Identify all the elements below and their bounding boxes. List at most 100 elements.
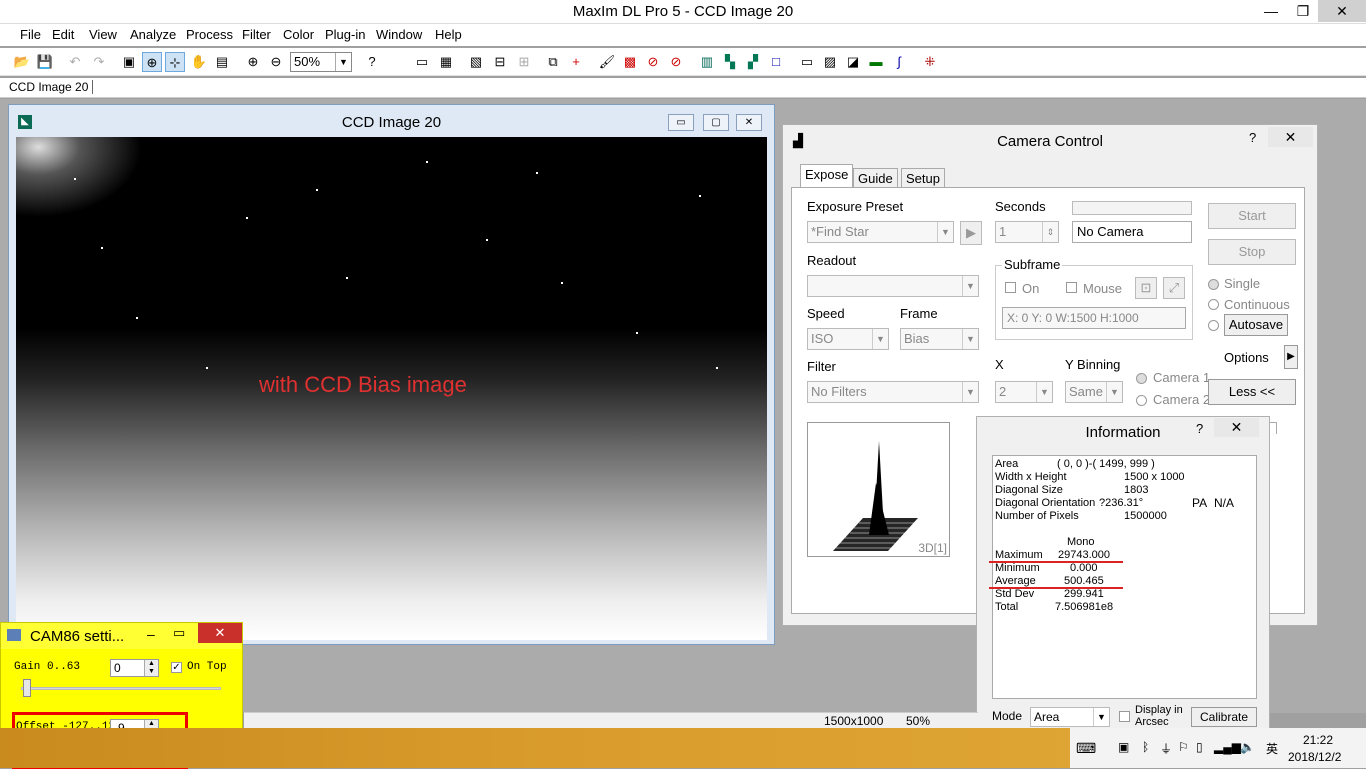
autosave-button[interactable]: Autosave	[1224, 314, 1288, 336]
filter-alt-icon[interactable]: ⊘	[666, 52, 686, 72]
menu-window[interactable]: Window	[376, 27, 422, 42]
hand-icon[interactable]: ✋	[189, 52, 209, 72]
flag-icon[interactable]: ⚐	[1178, 740, 1189, 754]
y-binning-select[interactable]: Same ▼	[1065, 381, 1123, 403]
open-icon[interactable]: 📂	[12, 52, 32, 72]
panel-icon[interactable]: ▭	[797, 52, 817, 72]
brush-icon[interactable]: 🖌	[597, 52, 617, 72]
menu-filter[interactable]: Filter	[242, 27, 271, 42]
speed-select[interactable]: ISO ▼	[807, 328, 889, 350]
redo-icon[interactable]: ↷	[89, 52, 109, 72]
restore-button[interactable]: ❐	[1288, 0, 1318, 22]
image-minimize-button[interactable]: ▭	[668, 114, 694, 131]
help-pointer-icon[interactable]: ?	[362, 52, 382, 72]
stop-button[interactable]: Stop	[1208, 239, 1296, 265]
usb-icon[interactable]: ⏚	[1160, 740, 1172, 757]
screen-stretch-icon[interactable]: ▤	[212, 52, 232, 72]
crosshair-icon[interactable]: ⊕	[142, 52, 162, 72]
calibrate-button[interactable]: Calibrate >>	[1191, 707, 1257, 742]
process-icon[interactable]: ▧	[466, 52, 486, 72]
preset-arrow-button[interactable]: ▶	[960, 221, 982, 245]
camera2-radio[interactable]	[1136, 395, 1147, 406]
menu-plugin[interactable]: Plug-in	[325, 27, 365, 42]
document-tab[interactable]: CCD Image 20	[9, 80, 94, 94]
settings-icon[interactable]: ⁜	[920, 52, 940, 72]
layers-icon[interactable]: ▞	[743, 52, 763, 72]
window-icon[interactable]: ▚	[720, 52, 740, 72]
signal-icon[interactable]: ▂▄▆	[1214, 740, 1241, 754]
camera-help-button[interactable]: ?	[1249, 130, 1256, 145]
copy-icon[interactable]: ⧉	[543, 52, 563, 72]
menu-file[interactable]: File	[20, 27, 41, 42]
menu-edit[interactable]: Edit	[52, 27, 74, 42]
tab-expose[interactable]: Expose	[800, 164, 854, 188]
mode-select[interactable]: Area ▼	[1030, 707, 1110, 727]
ccd-image-canvas[interactable]: with CCD Bias image	[16, 137, 767, 640]
align-icon[interactable]: ⊞	[514, 52, 534, 72]
calibrate-icon[interactable]: ⊟	[490, 52, 510, 72]
add-icon[interactable]: +	[566, 52, 586, 72]
cam86-maximize-button[interactable]: ▭	[173, 625, 185, 641]
subframe-select-icon[interactable]: ⊡	[1135, 277, 1157, 299]
display-arcsec-checkbox[interactable]	[1119, 711, 1130, 722]
subframe-on-checkbox[interactable]	[1005, 282, 1016, 293]
picture-icon[interactable]: ▨	[820, 52, 840, 72]
close-button[interactable]: ✕	[1318, 0, 1366, 22]
subframe-expand-icon[interactable]: ⤢	[1163, 277, 1185, 299]
gain-slider-thumb[interactable]	[23, 679, 31, 697]
single-radio[interactable]	[1208, 279, 1219, 290]
gain-spinner[interactable]: 0 ▲ ▼	[110, 659, 159, 677]
info-close-button[interactable]: ✕	[1214, 418, 1259, 437]
clock-time[interactable]: 21:22	[1303, 733, 1333, 747]
ime-indicator[interactable]: 英	[1266, 740, 1278, 757]
gain-slider[interactable]	[21, 687, 221, 690]
curve-icon[interactable]: ∫	[889, 52, 909, 72]
volume-icon[interactable]: 🔈	[1240, 740, 1255, 754]
zoom-select[interactable]: 50% ▼	[290, 52, 352, 72]
menu-analyze[interactable]: Analyze	[130, 27, 176, 42]
on-top-checkbox[interactable]: ✓	[171, 662, 182, 673]
zoom-in-icon[interactable]: ⊕	[243, 52, 263, 72]
menu-process[interactable]: Process	[186, 27, 233, 42]
stack-icon[interactable]: ▦	[436, 52, 456, 72]
clock-date[interactable]: 2018/12/2	[1288, 750, 1341, 764]
save-icon[interactable]: 💾	[35, 52, 55, 72]
menu-help[interactable]: Help	[435, 27, 462, 42]
subframe-mouse-checkbox[interactable]	[1066, 282, 1077, 293]
camera-close-button[interactable]: ✕	[1268, 127, 1313, 147]
battery-icon[interactable]: ▯	[1196, 740, 1203, 754]
continuous-radio[interactable]	[1208, 299, 1219, 310]
cam86-minimize-button[interactable]: –	[147, 626, 155, 642]
cam86-close-button[interactable]: ✕	[198, 623, 242, 643]
autosave-radio[interactable]	[1208, 320, 1219, 331]
square-icon[interactable]: □	[766, 52, 786, 72]
menu-view[interactable]: View	[89, 27, 117, 42]
image-window[interactable]: ◣ CCD Image 20 ▭ ▢ ✕ with CCD Bias image	[8, 104, 775, 645]
chart-icon[interactable]: ▥	[697, 52, 717, 72]
hot-pixel-icon[interactable]: ▩	[620, 52, 640, 72]
cursor-icon[interactable]: ⊹	[165, 52, 185, 72]
start-button[interactable]: Start	[1208, 203, 1296, 229]
options-arrow-button[interactable]: ▶	[1284, 345, 1298, 369]
frame-select[interactable]: Bias ▼	[900, 328, 979, 350]
filter-select[interactable]: No Filters ▼	[807, 381, 979, 403]
ruler-icon[interactable]: ▬	[866, 52, 886, 72]
graph-icon[interactable]: ◪	[843, 52, 863, 72]
keyboard-icon[interactable]: ⌨	[1076, 740, 1096, 757]
less-button[interactable]: Less <<	[1208, 379, 1296, 405]
network-app-icon[interactable]: ▣	[1118, 740, 1129, 754]
minimize-button[interactable]: —	[1254, 0, 1288, 22]
x-binning-select[interactable]: 2 ▼	[995, 381, 1053, 403]
exposure-preset-select[interactable]: *Find Star ▼	[807, 221, 954, 243]
3d-profile-graph[interactable]: 3D[1]	[807, 422, 950, 557]
image-icon[interactable]: ▣	[119, 52, 139, 72]
readout-select[interactable]: ▼	[807, 275, 979, 297]
image-maximize-button[interactable]: ▢	[703, 114, 729, 131]
camera1-radio[interactable]	[1136, 373, 1147, 384]
seconds-spinner[interactable]: 1 ⇕	[995, 221, 1059, 243]
image-close-button[interactable]: ✕	[736, 114, 762, 131]
bin-icon[interactable]: ▭	[412, 52, 432, 72]
filter-red-icon[interactable]: ⊘	[643, 52, 663, 72]
bluetooth-icon[interactable]: ᛒ	[1142, 740, 1149, 754]
menu-color[interactable]: Color	[283, 27, 314, 42]
